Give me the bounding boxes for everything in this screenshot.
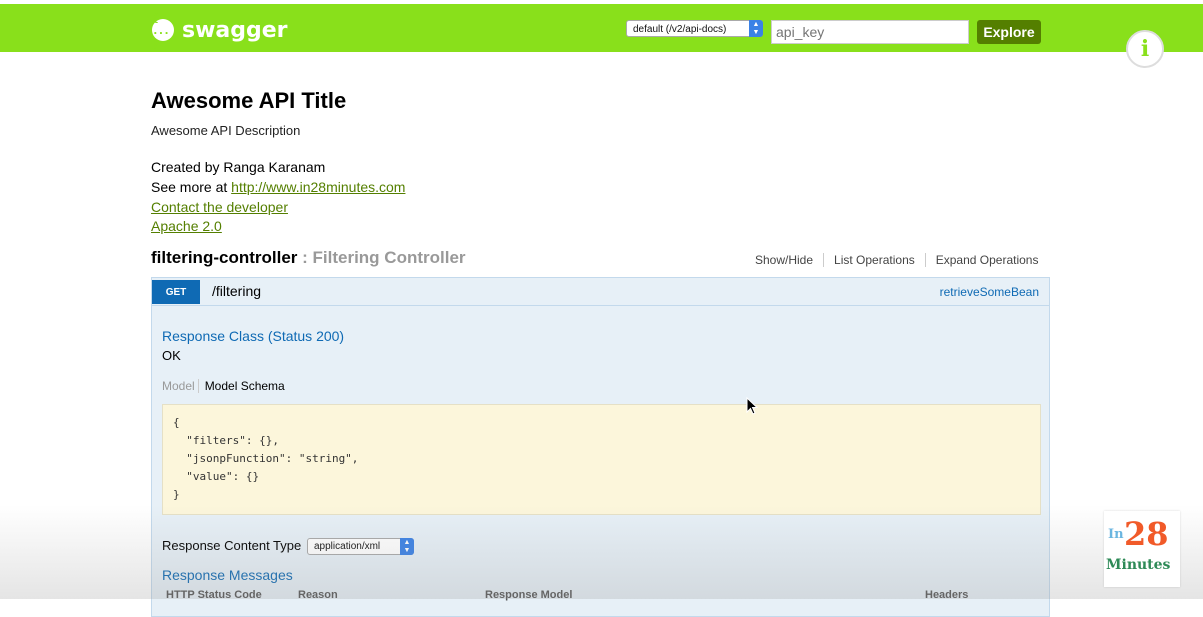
select-arrows-icon: ▲ ▼	[400, 538, 414, 555]
api-author: Created by Ranga Karanam	[151, 159, 326, 175]
logo-suffix: Minutes	[1106, 557, 1171, 573]
api-description: Awesome API Description	[151, 123, 301, 138]
swagger-logo-text: swagger	[182, 17, 288, 43]
model-tabs: Model Model Schema	[162, 379, 285, 393]
see-more: See more at http://www.in28minutes.com	[151, 179, 405, 195]
divider	[823, 253, 825, 267]
column-http-status: HTTP Status Code	[166, 589, 262, 601]
response-content-type-label: Response Content Type	[162, 538, 302, 553]
logo-prefix: In	[1108, 527, 1124, 542]
controller-name[interactable]: filtering-controller	[151, 248, 297, 267]
controller-description: : Filtering Controller	[297, 248, 466, 267]
tab-model[interactable]: Model	[162, 379, 195, 393]
api-title: Awesome API Title	[151, 88, 347, 113]
show-hide-link[interactable]: Show/Hide	[755, 253, 813, 267]
operation-header[interactable]: GET /filtering retrieveSomeBean	[152, 278, 1049, 306]
api-key-input[interactable]	[771, 20, 969, 44]
api-definition-value: default (/v2/api-docs)	[633, 24, 727, 35]
mouse-cursor-icon	[746, 397, 758, 415]
response-class-value: OK	[162, 348, 181, 363]
contact-developer-link[interactable]: Contact the developer	[151, 199, 288, 215]
column-headers: Headers	[925, 589, 969, 601]
http-method-badge[interactable]: GET	[152, 280, 200, 304]
see-more-link[interactable]: http://www.in28minutes.com	[231, 179, 405, 195]
list-operations-link[interactable]: List Operations	[834, 253, 915, 267]
divider	[924, 253, 926, 267]
controller-actions: Show/Hide List Operations Expand Operati…	[755, 253, 1038, 267]
operation-nickname[interactable]: retrieveSomeBean	[940, 285, 1039, 299]
column-reason: Reason	[298, 589, 338, 601]
response-messages-title: Response Messages	[162, 567, 293, 583]
operation-panel: GET /filtering retrieveSomeBean Response…	[151, 277, 1050, 617]
top-bar: { ... } swagger default (/v2/api-docs) ▲…	[0, 4, 1203, 52]
response-class-title: Response Class (Status 200)	[162, 328, 345, 344]
column-response-model: Response Model	[485, 589, 573, 601]
explore-button[interactable]: Explore	[977, 20, 1041, 44]
select-arrows-icon: ▲ ▼	[749, 20, 763, 37]
info-icon[interactable]: i	[1126, 30, 1164, 68]
swagger-logo[interactable]: { ... } swagger	[152, 11, 288, 50]
model-schema-box[interactable]: { "filters": {}, "jsonpFunction": "strin…	[162, 404, 1041, 515]
response-content-type-value: application/xml	[314, 541, 381, 552]
operation-path[interactable]: /filtering	[212, 283, 261, 299]
controller-heading[interactable]: filtering-controller : Filtering Control…	[151, 248, 466, 268]
logo-number: 28	[1124, 515, 1169, 553]
swagger-logo-icon: { ... }	[152, 11, 174, 50]
expand-operations-link[interactable]: Expand Operations	[936, 253, 1039, 267]
api-definition-select[interactable]: default (/v2/api-docs) ▲ ▼	[626, 20, 763, 37]
see-more-prefix: See more at	[151, 179, 232, 195]
tab-model-schema[interactable]: Model Schema	[197, 379, 285, 393]
license-link[interactable]: Apache 2.0	[151, 218, 222, 234]
response-content-type-select[interactable]: application/xml ▲ ▼	[307, 538, 414, 555]
in28minutes-logo: In 28 Minutes	[1104, 511, 1180, 587]
